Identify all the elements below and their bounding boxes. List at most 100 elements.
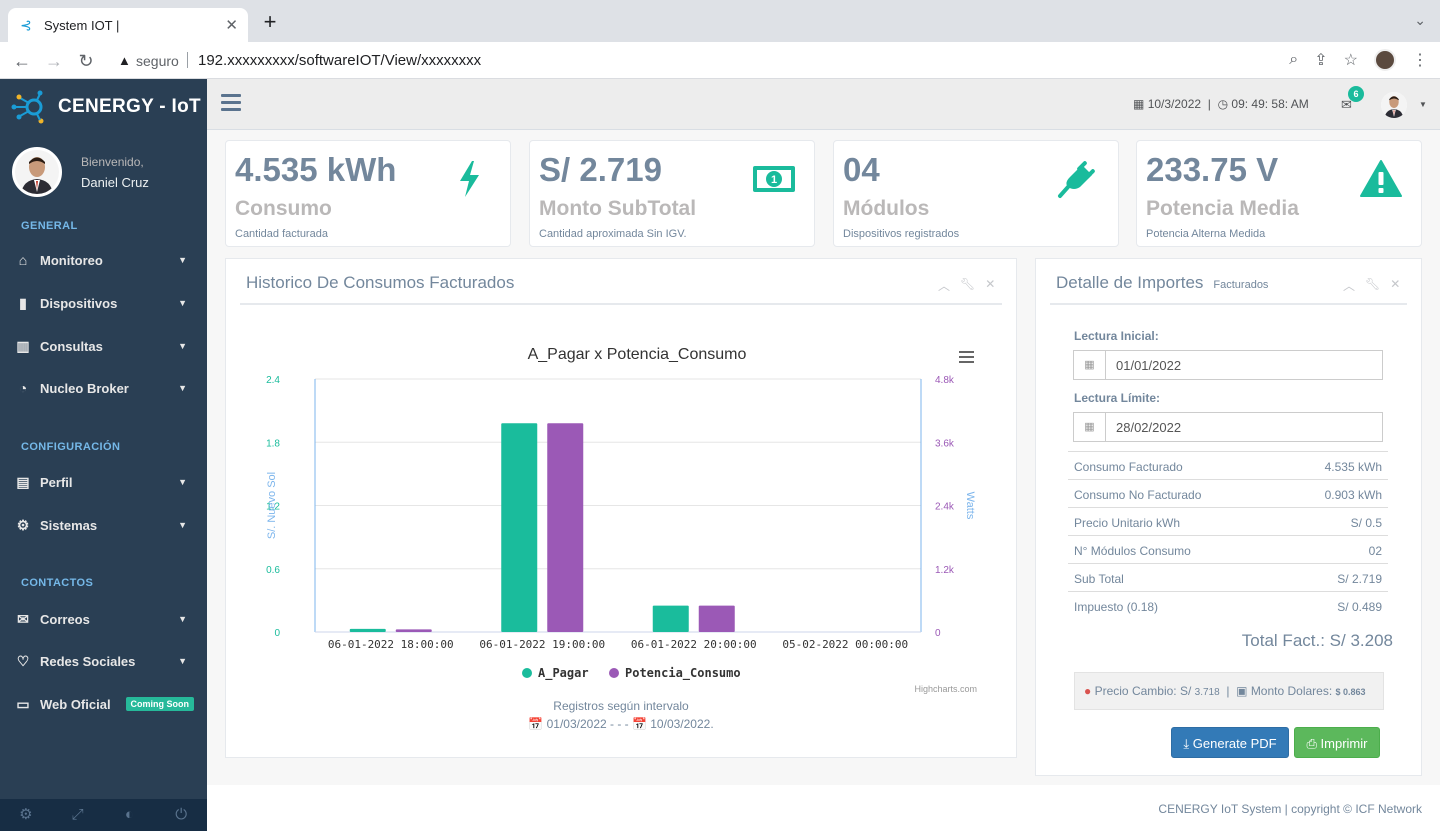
bar-potencia_consumo <box>395 629 432 632</box>
sidebar-item-perfil[interactable]: ▤ Perfil ▼ <box>0 464 207 500</box>
forward-icon[interactable]: → <box>42 49 66 73</box>
collapse-chevron-up-icon[interactable]: ︿ <box>938 277 950 294</box>
end-date-label: Lectura Límite: <box>1074 391 1161 405</box>
power-icon[interactable]: ⏻ <box>155 799 207 831</box>
panel-divider <box>1050 303 1407 305</box>
sidebar-item-label: Redes Sociales <box>40 653 136 669</box>
browser-menu-icon[interactable]: ⋮ <box>1412 50 1428 70</box>
history-panel-title: Historico De Consumos Facturados <box>246 273 515 292</box>
detail-row-label: Sub Total <box>1074 572 1124 586</box>
lock-eye-icon[interactable]: ◐ <box>104 799 156 831</box>
tile-label: Monto SubTotal <box>539 197 697 220</box>
sidebar-item-label: Perfil <box>40 474 73 490</box>
close-icon[interactable]: ✕ <box>985 277 995 294</box>
user-menu-chevron-icon[interactable]: ▼ <box>1419 100 1427 109</box>
site-favicon-icon: ⊰ <box>20 17 32 33</box>
reload-icon[interactable]: ↻ <box>74 49 98 73</box>
end-date-value[interactable]: 28/02/2022 <box>1116 420 1181 435</box>
tile-value: 233.75 V <box>1146 151 1279 188</box>
tile-subtitle: Cantidad facturada <box>235 228 328 240</box>
dollars-label: Monto Dolares: <box>1250 684 1333 698</box>
url-text[interactable]: 192.xxxxxxxxx/softwareIOT/View/xxxxxxxx <box>198 52 481 69</box>
x-tick-label: 06-01-2022 20:00:00 <box>631 638 757 651</box>
tab-search-chevron-icon[interactable]: ⌄ <box>1414 12 1426 29</box>
chevron-down-icon: ▼ <box>178 520 187 530</box>
page-footer: CENERGY IoT System | copyright © ICF Net… <box>207 785 1440 831</box>
zoom-icon[interactable]: ⌕ <box>1289 51 1298 69</box>
y-left-axis-title: S/. Nuevo Sol <box>266 472 278 539</box>
wrench-icon[interactable]: 🔧︎ <box>1365 277 1380 294</box>
sidebar-item-monitoreo[interactable]: ⌂ Monitoreo ▼ <box>0 242 207 278</box>
svg-text:1: 1 <box>771 174 777 186</box>
omnibox-actions: ⌕ ⇪ ☆ ⋮ <box>1289 49 1428 71</box>
y-right-tick-label: 2.4k <box>935 502 955 513</box>
sidebar-item-web-oficial[interactable]: ▭ Web Oficial Coming Soon <box>0 686 207 722</box>
sidebar-item-sistemas[interactable]: ⚙ Sistemas ▼ <box>0 507 207 543</box>
legend-label: A_Pagar <box>538 666 589 681</box>
print-button[interactable]: ⎙ Imprimir <box>1294 727 1380 758</box>
address-bar: ← → ↻ ▲ seguro 192.xxxxxxxxx/softwareIOT… <box>0 42 1440 79</box>
sidebar-item-label: Web Oficial <box>40 696 111 712</box>
detail-row-value: 02 <box>1368 544 1382 558</box>
print-label: Imprimir <box>1320 736 1368 751</box>
brand[interactable]: CENERGY - IoT <box>10 87 201 127</box>
new-tab-button[interactable]: + <box>258 10 282 34</box>
collapse-chevron-up-icon[interactable]: ︿ <box>1343 277 1355 294</box>
detail-row: Consumo No Facturado 0.903 kWh <box>1068 479 1388 507</box>
user-avatar-small[interactable] <box>1381 92 1407 118</box>
envelope-icon: ✉ <box>17 610 29 627</box>
fullscreen-icon[interactable]: ⤢ <box>52 799 104 831</box>
datetime-separator: | <box>1204 97 1215 111</box>
start-date-value[interactable]: 01/01/2022 <box>1116 358 1181 373</box>
end-date-field[interactable]: ▦ 28/02/2022 <box>1073 412 1383 442</box>
tab-close-icon[interactable]: ✕ <box>225 16 238 34</box>
sidebar-item-consultas[interactable]: ▥ Consultas ▼ <box>0 328 207 364</box>
sidebar-item-label: Sistemas <box>40 517 98 533</box>
close-icon[interactable]: ✕ <box>1390 277 1400 294</box>
chart-menu-icon-bar <box>959 361 974 363</box>
detail-row-label: N° Módulos Consumo <box>1074 544 1191 558</box>
wrench-icon[interactable]: 🔧︎ <box>960 277 975 294</box>
sidebar-footer: ⚙ ⤢ ◐ ⏻ <box>0 799 207 831</box>
top-navbar: ▦ 10/3/2022 | ◷ 09: 49: 58: AM ✉ 6 ▼ <box>207 79 1440 130</box>
detail-row-label: Precio Unitario kWh <box>1074 516 1181 530</box>
browser-profile-avatar[interactable] <box>1374 49 1396 71</box>
warning-icon <box>1359 159 1403 199</box>
chart-interval-caption: Registros según intervalo <box>553 699 689 713</box>
start-date-field[interactable]: ▦ 01/01/2022 <box>1073 350 1383 380</box>
cogs-icon: ⚙ <box>16 516 30 533</box>
mail-count-badge: 6 <box>1348 86 1364 102</box>
panel-tools: ︿ 🔧︎ ✕ <box>938 277 995 294</box>
chart-credits: Highcharts.com <box>914 684 977 694</box>
sidebar-item-redes-sociales[interactable]: ♡ Redes Sociales ▼ <box>0 643 207 679</box>
sidebar-item-nucleo-broker[interactable]: ◔ Nucleo Broker ▼ <box>0 370 207 406</box>
menu-toggle-icon[interactable] <box>221 94 241 112</box>
y-right-tick-label: 4.8k <box>935 375 955 386</box>
y-right-tick-label: 3.6k <box>935 438 955 449</box>
bookmark-star-icon[interactable]: ☆ <box>1344 50 1358 70</box>
tile-label: Potencia Media <box>1146 197 1299 220</box>
money-icon: 1 <box>752 159 796 199</box>
info-circle-icon: ● <box>1084 684 1092 698</box>
back-icon[interactable]: ← <box>10 49 34 73</box>
settings-icon[interactable]: ⚙ <box>0 799 52 831</box>
cenergy-logo-icon <box>10 88 48 126</box>
tile-label: Consumo <box>235 197 332 220</box>
legend-label: Potencia_Consumo <box>625 666 741 681</box>
user-profile: Bienvenido, Daniel Cruz <box>12 147 149 197</box>
x-tick-label: 06-01-2022 19:00:00 <box>479 638 605 651</box>
tile-subtitle: Potencia Alterna Medida <box>1146 228 1266 240</box>
legend-marker <box>609 668 619 678</box>
user-avatar[interactable] <box>12 147 62 197</box>
tile-value: 04 <box>843 151 880 188</box>
browser-tab[interactable]: ⊰ System IOT | ✕ <box>8 8 248 42</box>
generate-pdf-button[interactable]: ⤓ Generate PDF <box>1171 727 1289 758</box>
share-icon[interactable]: ⇪ <box>1314 50 1327 70</box>
sidebar-item-dispositivos[interactable]: ▮ Dispositivos ▼ <box>0 285 207 321</box>
chevron-down-icon: ▼ <box>178 298 187 308</box>
download-icon: ⤓ <box>1183 736 1190 751</box>
sidebar-item-correos[interactable]: ✉ Correos ▼ <box>0 601 207 637</box>
sidebar-item-label: Nucleo Broker <box>40 380 129 396</box>
detail-row-value: 0.903 kWh <box>1324 488 1382 502</box>
omnibox[interactable]: ▲ seguro 192.xxxxxxxxx/softwareIOT/View/… <box>108 46 1268 75</box>
